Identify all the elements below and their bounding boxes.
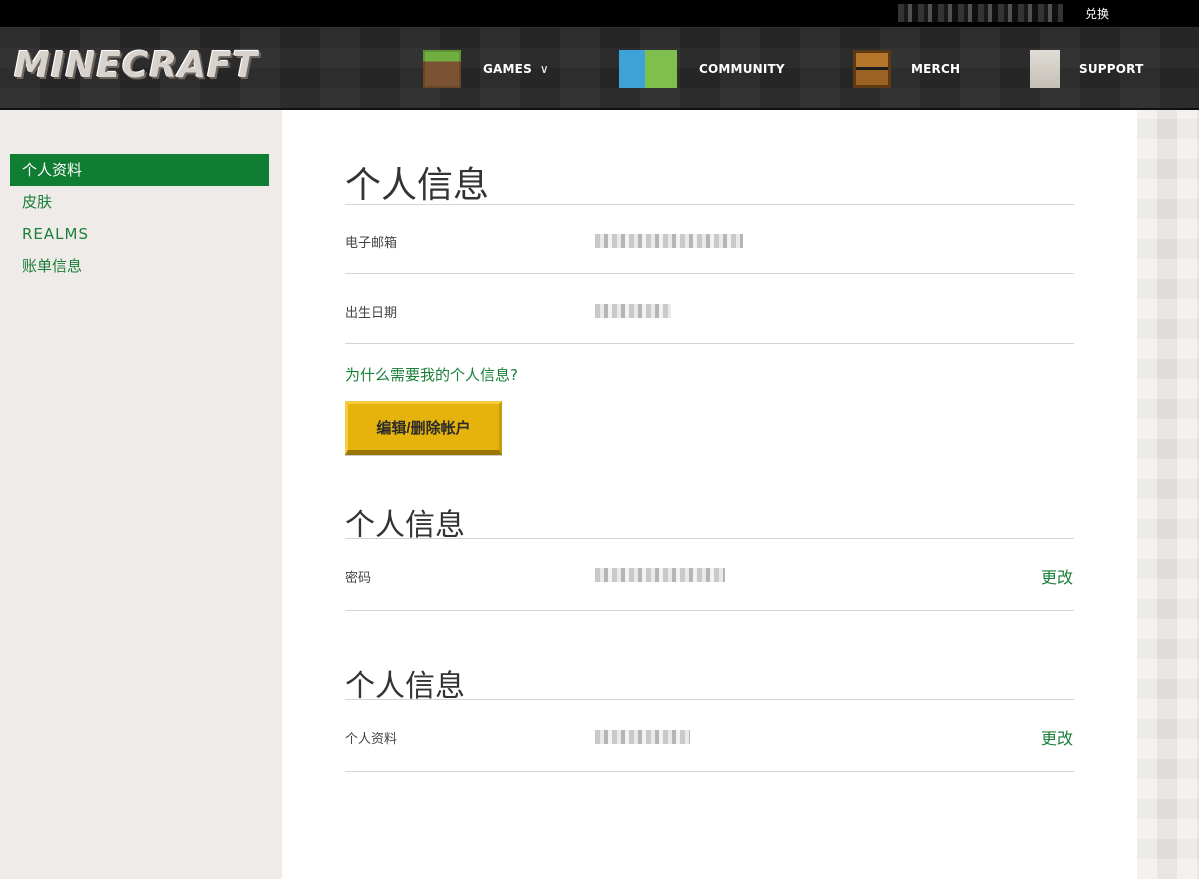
sidebar-item-realms[interactable]: REALMS bbox=[10, 218, 269, 250]
birthdate-label: 出生日期 bbox=[345, 306, 398, 321]
password-label: 密码 bbox=[345, 571, 372, 586]
nav-merch[interactable]: MERCH bbox=[853, 27, 960, 110]
nav-merch-label: MERCH bbox=[911, 61, 961, 76]
page-title: 个人信息 bbox=[345, 165, 490, 206]
chest-icon bbox=[853, 49, 891, 88]
sidebar-item-profile[interactable]: 个人资料 bbox=[10, 154, 269, 186]
change-profile-link[interactable]: 更改 bbox=[1041, 725, 1073, 749]
nav-support-label: SUPPORT bbox=[1079, 61, 1144, 76]
nav-support[interactable]: SUPPORT bbox=[1030, 27, 1143, 110]
grass-block-icon bbox=[423, 49, 461, 88]
chevron-down-icon: ∨ bbox=[539, 61, 549, 76]
change-password-link[interactable]: 更改 bbox=[1041, 564, 1073, 588]
account-main-panel bbox=[282, 110, 1137, 879]
birthdate-value-redacted bbox=[595, 304, 671, 318]
divider bbox=[345, 273, 1074, 274]
nav-games[interactable]: GAMES ∨ bbox=[423, 27, 549, 110]
email-label: 电子邮箱 bbox=[345, 236, 398, 251]
sidebar-item-billing[interactable]: 账单信息 bbox=[10, 250, 269, 282]
redacted-account-name bbox=[898, 4, 1063, 22]
edit-delete-account-button[interactable]: 编辑/删除帐户 bbox=[345, 401, 502, 455]
email-value-redacted bbox=[595, 234, 743, 248]
background-pattern bbox=[1137, 110, 1199, 879]
main-navigation: MINECRAFT GAMES ∨ COMMUNITY MERCH SUPPOR… bbox=[0, 27, 1199, 110]
nav-games-label: GAMES bbox=[483, 61, 532, 76]
iron-golem-icon bbox=[1030, 49, 1060, 88]
password-value-redacted bbox=[595, 568, 725, 582]
minecraft-logo[interactable]: MINECRAFT bbox=[14, 45, 258, 86]
profile-name-label: 个人资料 bbox=[345, 732, 398, 747]
redeem-link[interactable]: 兑换 bbox=[1085, 5, 1109, 22]
sidebar-item-skins[interactable]: 皮肤 bbox=[10, 186, 269, 218]
why-personal-info-link[interactable]: 为什么需要我的个人信息? bbox=[345, 364, 518, 385]
divider bbox=[345, 538, 1074, 539]
nav-community-label: COMMUNITY bbox=[699, 61, 785, 76]
account-sidebar: 个人资料 皮肤 REALMS 账单信息 bbox=[0, 110, 282, 879]
top-utility-bar: 兑换 bbox=[0, 0, 1199, 27]
divider bbox=[345, 699, 1074, 700]
profile-name-value-redacted bbox=[595, 730, 690, 744]
divider bbox=[345, 610, 1074, 611]
divider bbox=[345, 204, 1074, 205]
divider bbox=[345, 343, 1074, 344]
community-characters-icon bbox=[619, 49, 677, 88]
divider bbox=[345, 771, 1074, 772]
nav-community[interactable]: COMMUNITY bbox=[619, 27, 785, 110]
